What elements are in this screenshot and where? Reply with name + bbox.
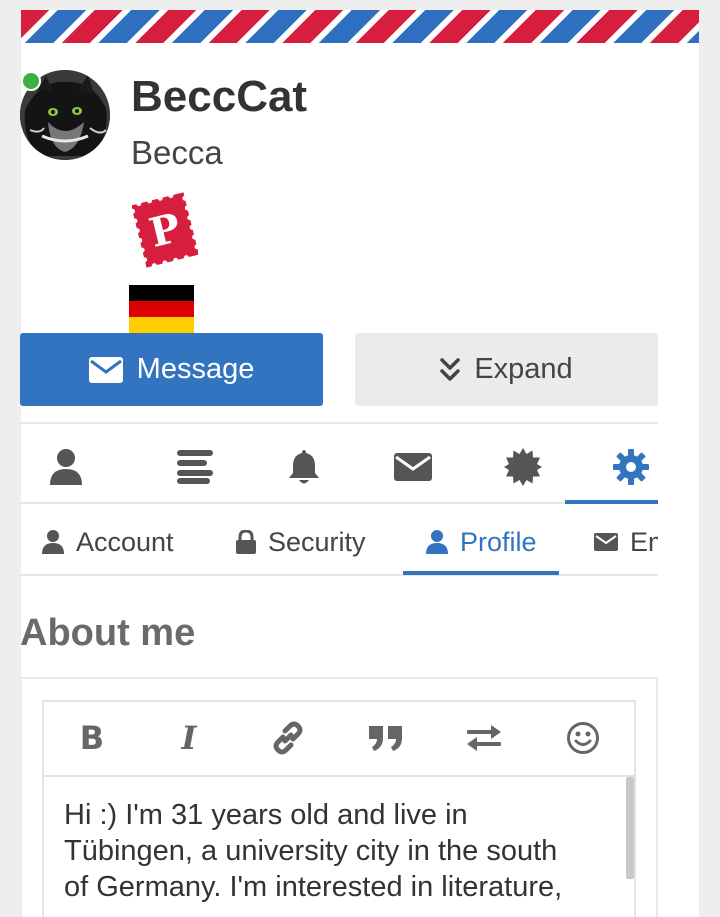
bold-icon: B xyxy=(79,718,105,757)
envelope-icon xyxy=(594,533,618,551)
active-tab-indicator xyxy=(565,500,658,504)
divider xyxy=(20,574,658,576)
online-status-indicator xyxy=(21,71,41,91)
stamp-badge-icon: P xyxy=(130,192,200,273)
user-icon xyxy=(426,530,448,554)
quote-icon xyxy=(369,725,402,751)
smiley-icon xyxy=(567,721,599,754)
germany-flag-icon xyxy=(129,285,194,333)
exchange-button[interactable] xyxy=(454,700,514,775)
exchange-icon xyxy=(467,724,501,751)
user-icon xyxy=(50,449,82,485)
list-icon xyxy=(177,450,213,484)
expand-button-label: Expand xyxy=(474,353,573,385)
envelope-icon xyxy=(88,356,123,383)
tab-account-label: Account xyxy=(76,526,174,557)
tab-email-label: Em xyxy=(630,526,658,557)
active-tab-indicator xyxy=(403,571,559,575)
tab-email[interactable]: Em xyxy=(594,508,658,576)
tab-profile-label: Profile xyxy=(460,526,537,557)
user-icon xyxy=(42,530,64,554)
airmail-border xyxy=(21,10,699,43)
tab-profile[interactable] xyxy=(21,430,111,504)
message-button[interactable]: Message xyxy=(20,333,323,406)
tab-badges[interactable] xyxy=(478,430,568,504)
tab-security-label: Security xyxy=(268,526,366,557)
expand-button[interactable]: Expand xyxy=(355,333,658,406)
tab-notifications[interactable] xyxy=(259,430,349,504)
real-name: Becca xyxy=(131,134,223,171)
tab-feed[interactable] xyxy=(150,430,240,504)
tab-settings[interactable] xyxy=(586,430,676,504)
tab-account[interactable]: Account xyxy=(42,508,174,576)
emoji-button[interactable] xyxy=(553,700,613,775)
tab-security[interactable]: Security xyxy=(236,508,366,576)
divider xyxy=(20,422,658,424)
link-button[interactable] xyxy=(258,700,318,775)
envelope-icon xyxy=(394,453,432,481)
quote-button[interactable] xyxy=(356,700,416,775)
lock-icon xyxy=(236,530,256,554)
tab-messages[interactable] xyxy=(368,430,458,504)
gear-icon xyxy=(613,449,649,485)
message-button-label: Message xyxy=(136,353,255,385)
certificate-icon xyxy=(504,448,542,486)
tab-profile-settings[interactable]: Profile xyxy=(426,508,537,576)
chevrons-down-icon xyxy=(440,357,461,383)
bold-button[interactable]: B xyxy=(62,700,122,775)
icon-tab-bar xyxy=(20,430,658,504)
italic-button[interactable]: I xyxy=(159,700,219,775)
about-me-textarea[interactable]: Hi :) I'm 31 years old and live in Tübin… xyxy=(64,797,614,905)
bell-icon xyxy=(289,450,319,484)
textarea-scrollbar[interactable] xyxy=(626,777,634,879)
settings-tab-bar: Account Security Profile Em xyxy=(20,508,658,576)
link-icon xyxy=(273,721,303,754)
text-line: Tübingen, a university city in the south xyxy=(64,835,558,867)
editor-toolbar: B I xyxy=(42,700,636,777)
username: BeccCat xyxy=(131,72,308,121)
text-line: of Germany. I'm interested in literature… xyxy=(64,871,563,903)
divider xyxy=(20,502,658,504)
section-title-about: About me xyxy=(20,612,196,654)
text-line: Hi :) I'm 31 years old and live in xyxy=(64,799,468,831)
italic-icon: I xyxy=(181,718,197,757)
